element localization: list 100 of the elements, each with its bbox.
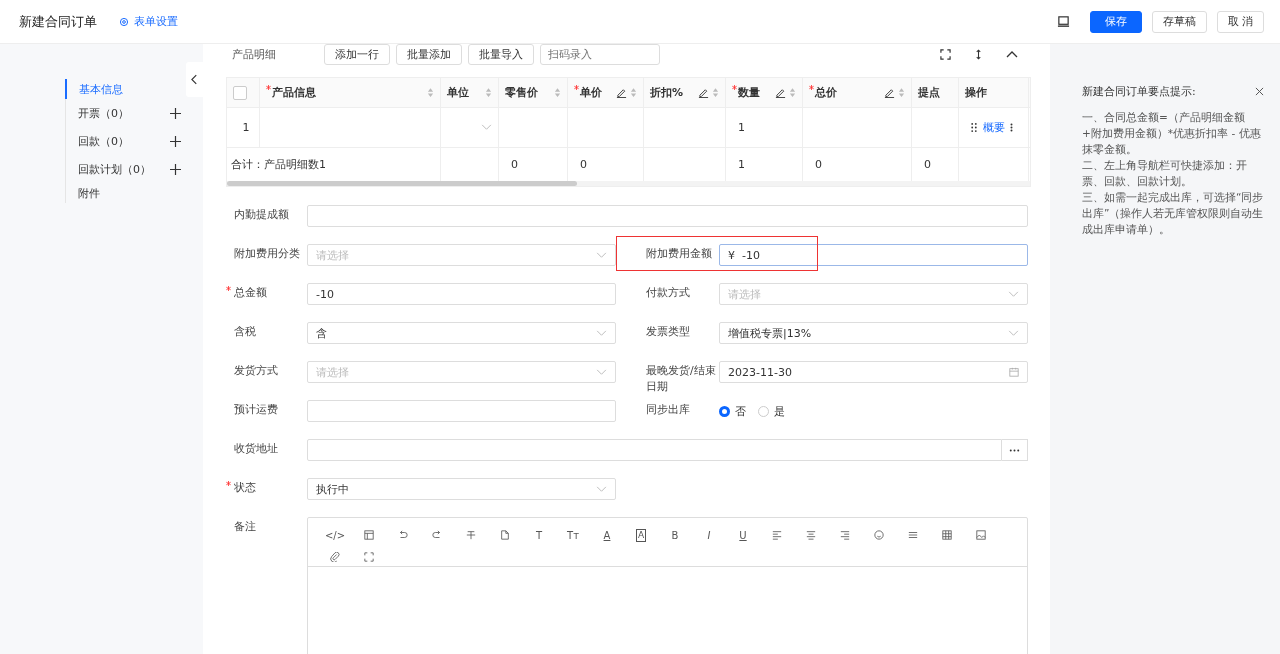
nav-item[interactable]: 开票（0） [66,99,181,127]
fullscreen-icon[interactable] [940,48,951,60]
section-title: 产品明细 [231,46,277,62]
field-label: 最晚发货/结束日期 [646,364,716,393]
align-center-icon[interactable] [806,530,816,540]
nav-item[interactable]: 回款（0） [66,127,181,155]
nav-item[interactable]: 回款计划（0） [66,155,181,183]
column-header: 折扣% [644,78,726,107]
emoji-icon[interactable] [874,530,884,540]
field-label: 同步出库 [646,403,690,416]
align-left-icon[interactable] [772,530,782,540]
page-title: 新建合同订单 [19,12,97,31]
tip-text: 二、左上角导航栏可快捷添加：开票、回款、回款计划。 [1082,158,1248,189]
add-icon[interactable] [170,107,181,119]
horizontal-rule-icon[interactable] [908,530,918,540]
table-icon[interactable] [942,530,952,540]
sort-icon[interactable] [427,87,434,98]
header-button[interactable]: 存草稿 [1151,10,1207,33]
collapse-icon[interactable] [1006,50,1018,58]
fullscreen-icon[interactable] [364,552,374,562]
field-label: 状态 [234,481,256,494]
input-field[interactable]: -10 [307,283,616,305]
summary-label: 合计：产品明细数1 [231,157,326,172]
nav-item[interactable]: 基本信息 [65,79,181,99]
italic-icon[interactable]: I [707,529,711,541]
field-label: 附加费用分类 [234,247,300,260]
chevron-left-icon[interactable] [191,74,198,85]
paperclip-icon[interactable] [330,552,340,562]
column-header: 单价 [568,78,644,107]
form-settings-link[interactable]: 表单设置 [119,14,178,29]
address-input-field[interactable] [307,439,1002,461]
input-field[interactable] [307,205,1028,227]
amount-input-field[interactable]: ¥ -10 [719,244,1028,266]
radio-option[interactable]: 是 [758,403,785,419]
monitor-icon[interactable] [1056,15,1070,28]
select-field[interactable]: 执行中 [307,478,616,500]
code-icon[interactable]: </> [324,529,346,541]
table-cell: 1 [738,158,745,171]
calendar-icon[interactable] [1009,367,1019,377]
rich-text-editor[interactable]: </> T Tт A A B I U [307,517,1028,654]
field-label: 发票类型 [646,325,690,338]
close-icon[interactable] [1255,87,1264,96]
column-header: 数量 [726,78,803,107]
drag-handle-icon[interactable] [971,123,977,132]
toolbar-button[interactable]: 批量导入 [468,44,534,65]
select-field[interactable]: 含 [307,322,616,344]
column-header: 零售价 [499,78,568,107]
summary-link[interactable]: 概要 [983,120,1005,135]
select-field[interactable]: 增值税专票|13% [719,322,1028,344]
collapse-button[interactable] [186,62,203,97]
edit-icon[interactable] [884,87,895,98]
field-label: 附加费用金额 [646,247,712,260]
gear-icon[interactable] [119,16,129,27]
image-icon[interactable] [976,530,986,540]
tip-text: 三、如需一起完成出库，可选择“同步出库”（操作人若无库管权限则自动生成出库申请单）。 [1082,190,1264,237]
save-button[interactable]: 保存 [1089,10,1142,33]
tips-title: 新建合同订单要点提示: [1082,84,1196,99]
edit-icon[interactable] [698,87,709,98]
column-header: 操作 [959,78,1029,107]
toolbar-button[interactable]: 批量添加 [396,44,462,65]
table-cell: 0 [924,158,931,171]
sort-icon[interactable] [485,87,492,98]
row-height-icon[interactable] [975,48,982,60]
undo-icon[interactable] [398,530,408,540]
more-icon[interactable] [1010,122,1013,133]
underline-format-icon[interactable]: A [603,529,611,541]
input-field[interactable] [307,400,616,422]
scrollbar-thumb[interactable] [227,181,577,186]
nav-item[interactable]: 附件 [66,183,181,203]
field-label: 付款方式 [646,286,690,299]
field-label: 预计运费 [234,403,278,416]
document-icon[interactable] [500,530,510,540]
scan-input-field[interactable]: 扫码录入 [540,44,660,65]
date-field[interactable]: 2023-11-30 [719,361,1028,383]
underline-format-icon[interactable]: U [739,529,747,541]
field-label: 发货方式 [234,364,278,377]
select-all-checkbox[interactable] [233,85,247,100]
edit-icon[interactable] [775,87,786,98]
field-label: 内勤提成额 [234,208,289,221]
more-icon[interactable] [1008,448,1021,452]
radio-option[interactable]: 否 [719,403,746,419]
layout-icon[interactable] [364,530,374,540]
edit-icon[interactable] [616,87,627,98]
redo-icon[interactable] [432,530,442,540]
strikethrough-icon[interactable] [466,530,476,540]
header-button[interactable]: 取 消 [1216,10,1264,33]
text-format-icon[interactable]: Tт [567,529,579,541]
field-label: 总金额 [234,286,267,299]
text-format-icon[interactable]: B [671,529,679,541]
boxed-letter-icon[interactable]: A [635,528,647,542]
tip-text: 一、合同总金额=（产品明细金额+附加费用金额）*优惠折扣率 - 优惠抹零金额。 [1082,110,1262,157]
table-cell: 0 [511,158,518,171]
add-icon[interactable] [170,163,181,175]
column-header: 总价 [803,78,912,107]
align-right-icon[interactable] [840,530,850,540]
sort-icon[interactable] [554,87,561,98]
toolbar-button[interactable]: 添加一行 [324,44,390,65]
add-icon[interactable] [170,135,181,147]
text-format-icon[interactable]: T [535,529,543,541]
table-cell: 1 [738,121,745,134]
